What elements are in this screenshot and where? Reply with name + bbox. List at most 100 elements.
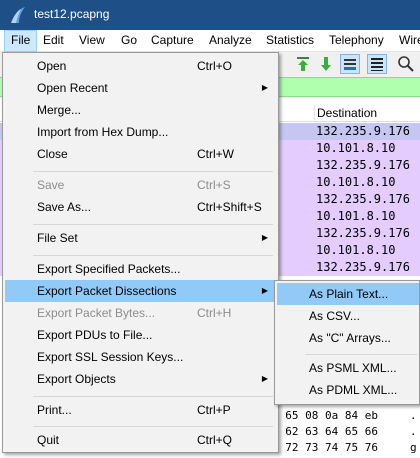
menu-item-shortcut: Ctrl+S (197, 178, 231, 192)
menu-separator (33, 396, 273, 397)
auto-scroll-button[interactable] (340, 54, 360, 74)
menu-capture[interactable]: Capture (145, 30, 200, 52)
menu-item-export-pdus[interactable]: Export PDUs to File... (5, 324, 276, 346)
bytes-ascii: g (410, 441, 417, 454)
packet-destination: 132.235.9.176 (316, 226, 410, 240)
submenu-item-c-arrays[interactable]: As "C" Arrays... (277, 327, 419, 349)
packet-destination: 10.101.8.10 (316, 243, 396, 257)
menu-item-label: Open (37, 59, 67, 73)
menu-separator (305, 354, 417, 355)
submenu-arrow-icon: ▶ (261, 83, 268, 92)
submenu-item-plain-text[interactable]: As Plain Text... (277, 283, 419, 305)
auto-scroll-icon (344, 59, 356, 70)
packet-destination: 132.235.9.176 (316, 158, 410, 172)
menu-separator (33, 255, 273, 256)
menu-item-close[interactable]: Close Ctrl+W (5, 143, 276, 165)
submenu-arrow-icon: ▶ (261, 374, 268, 383)
menu-item-label: Export Specified Packets... (37, 262, 181, 276)
menu-go[interactable]: Go (115, 30, 143, 52)
packet-destination: 10.101.8.10 (316, 141, 396, 155)
menu-item-label: Export Packet Bytes... (37, 306, 156, 320)
menu-separator (33, 171, 273, 172)
menu-item-label: Export SSL Session Keys... (37, 350, 184, 364)
menu-telephony[interactable]: Telephony (323, 30, 390, 52)
packet-destination: 132.235.9.176 (316, 260, 410, 274)
packet-destination: 132.235.9.176 (316, 124, 410, 138)
menu-item-export-packet-dissections[interactable]: Export Packet Dissections ▶ (5, 280, 276, 302)
menu-item-merge[interactable]: Merge... (5, 99, 276, 121)
menu-item-shortcut: Ctrl+O (197, 59, 233, 73)
menu-bar: File Edit View Go Capture Analyze Statis… (0, 30, 420, 52)
menu-item-label: Save As... (37, 200, 92, 214)
menu-item-label: Quit (37, 433, 60, 447)
menu-item-label: Open Recent (37, 81, 108, 95)
menu-item-label: Export Packet Dissections (37, 284, 177, 298)
menu-item-save[interactable]: Save Ctrl+S (5, 174, 276, 196)
menu-item-label: Import from Hex Dump... (37, 125, 169, 139)
submenu-item-psml-xml[interactable]: As PSML XML... (277, 357, 419, 379)
menu-item-export-ssl-keys[interactable]: Export SSL Session Keys... (5, 346, 276, 368)
zoom-in-button[interactable] (396, 54, 416, 74)
wireshark-fin-icon (11, 7, 25, 23)
submenu-item-pdml-xml[interactable]: As PDML XML... (277, 379, 419, 401)
bytes-ascii: . (410, 409, 417, 422)
menu-item-label: As PSML XML... (309, 361, 397, 375)
menu-wireless[interactable]: Wire (393, 30, 420, 52)
menu-item-shortcut: Ctrl+Shift+S (197, 200, 262, 214)
menu-separator (33, 224, 273, 225)
menu-item-label: Merge... (37, 103, 82, 117)
go-last-button[interactable] (316, 54, 336, 74)
menu-item-shortcut: Ctrl+P (197, 403, 231, 417)
export-dissections-submenu: As Plain Text... As CSV... As "C" Arrays… (274, 280, 420, 405)
bytes-ascii: . (410, 425, 417, 438)
arrow-down-icon (321, 57, 331, 71)
submenu-arrow-icon: ▶ (261, 233, 268, 242)
bytes-hex: 1 62 63 64 65 66 (272, 425, 378, 438)
menu-file[interactable]: File (4, 30, 38, 52)
menu-item-shortcut: Ctrl+W (197, 147, 234, 161)
menu-item-quit[interactable]: Quit Ctrl+Q (5, 429, 276, 451)
menu-item-save-as[interactable]: Save As... Ctrl+Shift+S (5, 196, 276, 218)
menu-item-label: Export PDUs to File... (37, 328, 153, 342)
packet-destination: 10.101.8.10 (316, 175, 396, 189)
menu-item-import-hex-dump[interactable]: Import from Hex Dump... (5, 121, 276, 143)
menu-item-label: As PDML XML... (309, 383, 398, 397)
list-lines-icon (371, 58, 383, 71)
go-first-button[interactable] (293, 54, 313, 74)
menu-item-label: As Plain Text... (309, 287, 389, 301)
menu-item-label: Export Objects (37, 372, 116, 386)
menu-item-label: File Set (37, 231, 78, 245)
menu-separator (33, 426, 273, 427)
menu-item-export-packet-bytes[interactable]: Export Packet Bytes... Ctrl+H (5, 302, 276, 324)
file-menu: Open Ctrl+O Open Recent ▶ Merge... Impor… (2, 52, 279, 453)
submenu-arrow-icon: ▶ (261, 286, 268, 295)
menu-item-open[interactable]: Open Ctrl+O (5, 55, 276, 77)
bytes-hex: 1 72 73 74 75 76 (272, 441, 378, 454)
arrow-up-to-line-icon (297, 57, 309, 71)
title-bar: test12.pcapng (0, 0, 420, 30)
menu-item-print[interactable]: Print... Ctrl+P (5, 399, 276, 421)
packet-destination: 132.235.9.176 (316, 192, 410, 206)
menu-view[interactable]: View (73, 30, 111, 52)
colorize-button[interactable] (367, 54, 387, 74)
menu-item-label: As CSV... (309, 309, 360, 323)
menu-item-label: Print... (37, 403, 72, 417)
column-header-destination[interactable]: Destination (314, 106, 377, 120)
menu-item-label: As "C" Arrays... (309, 331, 391, 345)
menu-item-label: Close (37, 147, 68, 161)
menu-item-label: Save (37, 178, 65, 192)
menu-analyze[interactable]: Analyze (203, 30, 258, 52)
bytes-hex: a 65 08 0a 84 eb (272, 409, 378, 422)
menu-item-export-objects[interactable]: Export Objects ▶ (5, 368, 276, 390)
menu-statistics[interactable]: Statistics (260, 30, 320, 52)
menu-item-open-recent[interactable]: Open Recent ▶ (5, 77, 276, 99)
menu-item-shortcut: Ctrl+Q (197, 433, 233, 447)
menu-edit[interactable]: Edit (37, 30, 70, 52)
menu-item-export-specified-packets[interactable]: Export Specified Packets... (5, 258, 276, 280)
menu-item-shortcut: Ctrl+H (197, 306, 232, 320)
submenu-item-csv[interactable]: As CSV... (277, 305, 419, 327)
window-title: test12.pcapng (34, 7, 110, 21)
packet-destination: 10.101.8.10 (316, 209, 396, 223)
magnifier-icon (398, 56, 414, 72)
menu-item-file-set[interactable]: File Set ▶ (5, 227, 276, 249)
